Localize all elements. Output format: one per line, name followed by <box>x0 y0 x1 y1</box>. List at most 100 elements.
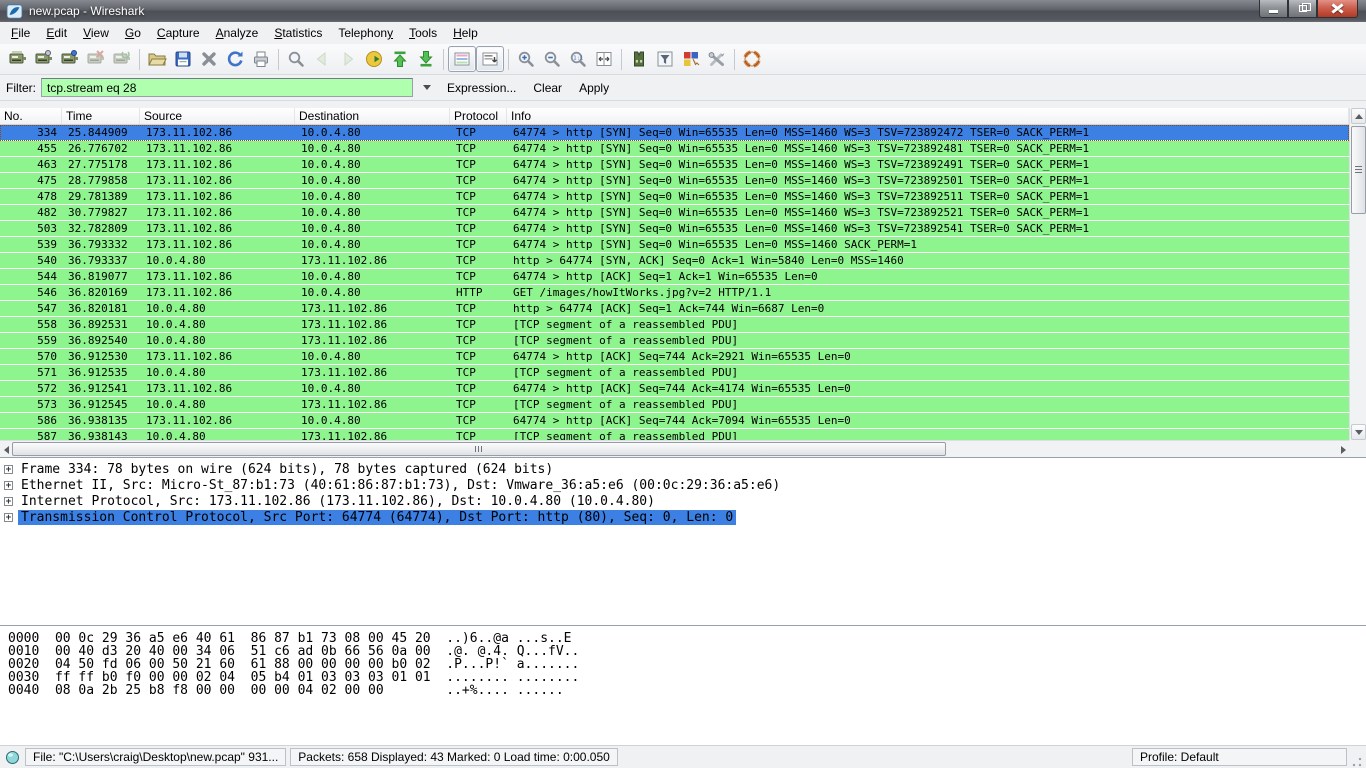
menu-go[interactable]: Go <box>117 23 149 43</box>
go-to-top-button[interactable] <box>387 46 413 72</box>
column-header-protocol[interactable]: Protocol <box>450 108 507 124</box>
zoom-out-button[interactable] <box>539 46 565 72</box>
colorize-list-button[interactable] <box>448 46 476 72</box>
title-bar: new.pcap - Wireshark <box>0 0 1366 22</box>
packet-row[interactable]: 57136.91253510.0.4.80173.11.102.86TCP[TC… <box>0 365 1349 381</box>
apply-button[interactable]: Apply <box>573 78 615 98</box>
close-file-button[interactable] <box>196 46 222 72</box>
save-as-button[interactable] <box>170 46 196 72</box>
expand-icon[interactable]: + <box>4 481 13 490</box>
hscroll-thumb[interactable] <box>12 442 946 456</box>
zoom-100-button[interactable]: 1:1 <box>565 46 591 72</box>
restore-button[interactable] <box>1288 0 1317 18</box>
menu-capture[interactable]: Capture <box>149 23 208 43</box>
toolbar-separator <box>734 49 735 70</box>
help-button[interactable] <box>739 46 765 72</box>
packet-list-hscrollbar[interactable] <box>0 440 1349 457</box>
packet-row[interactable]: 33425.844909173.11.102.8610.0.4.80TCP647… <box>0 125 1349 141</box>
resize-grip[interactable] <box>1351 756 1363 768</box>
status-packets-panel: Packets: 658 Displayed: 43 Marked: 0 Loa… <box>290 748 618 766</box>
restore-icon <box>1299 5 1307 12</box>
scroll-down-button[interactable] <box>1351 424 1366 440</box>
hex-line[interactable]: 004008 0a 2b 25 b8 f8 00 00 00 00 04 02 … <box>8 684 1366 697</box>
detail-line[interactable]: +Internet Protocol, Src: 173.11.102.86 (… <box>0 493 1366 509</box>
auto-scroll-icon <box>480 49 500 69</box>
packet-row[interactable]: 50332.782809173.11.102.8610.0.4.80TCP647… <box>0 221 1349 237</box>
column-header-time[interactable]: Time <box>62 108 140 124</box>
column-header-no[interactable]: No. <box>0 108 62 124</box>
menu-telephony[interactable]: Telephony <box>330 23 401 43</box>
reload-button[interactable] <box>222 46 248 72</box>
packet-row[interactable]: 55836.89253110.0.4.80173.11.102.86TCP[TC… <box>0 317 1349 333</box>
packet-row[interactable]: 54036.79333710.0.4.80173.11.102.86TCPhtt… <box>0 253 1349 269</box>
packet-row[interactable]: 54636.820169173.11.102.8610.0.4.80HTTPGE… <box>0 285 1349 301</box>
find-packet-button[interactable] <box>283 46 309 72</box>
packet-row[interactable]: 45526.776702173.11.102.8610.0.4.80TCP647… <box>0 141 1349 157</box>
expand-icon[interactable]: + <box>4 465 13 474</box>
expression-button[interactable]: Expression... <box>441 78 522 98</box>
vscroll-thumb[interactable] <box>1351 126 1366 214</box>
column-header-destination[interactable]: Destination <box>295 108 450 124</box>
expert-info-button[interactable] <box>3 748 21 766</box>
column-header-source[interactable]: Source <box>140 108 295 124</box>
resize-columns-button[interactable] <box>591 46 617 72</box>
packet-row[interactable]: 57036.912530173.11.102.8610.0.4.80TCP647… <box>0 349 1349 365</box>
capture-filters-icon <box>629 49 649 69</box>
arrow-right-icon <box>1341 446 1346 454</box>
menu-edit[interactable]: Edit <box>38 23 75 43</box>
menu-statistics[interactable]: Statistics <box>266 23 330 43</box>
packet-row[interactable]: 55936.89254010.0.4.80173.11.102.86TCP[TC… <box>0 333 1349 349</box>
menu-analyze[interactable]: Analyze <box>208 23 267 43</box>
packet-row[interactable]: 58736.93814310.0.4.80173.11.102.86TCP[TC… <box>0 429 1349 440</box>
display-filters-button[interactable] <box>652 46 678 72</box>
packet-row[interactable]: 57236.912541173.11.102.8610.0.4.80TCP647… <box>0 381 1349 397</box>
column-header-info[interactable]: Info <box>507 108 1349 124</box>
packet-row[interactable]: 53936.793332173.11.102.8610.0.4.80TCP647… <box>0 237 1349 253</box>
packet-row[interactable]: 47829.781389173.11.102.8610.0.4.80TCP647… <box>0 189 1349 205</box>
scroll-right-button[interactable] <box>1337 442 1349 457</box>
scroll-left-button[interactable] <box>0 442 12 457</box>
capture-options-icon <box>34 49 54 69</box>
menu-bar: FileEditViewGoCaptureAnalyzeStatisticsTe… <box>0 22 1366 44</box>
auto-scroll-button[interactable] <box>476 46 504 72</box>
expand-icon[interactable]: + <box>4 497 13 506</box>
packet-list-vscrollbar[interactable] <box>1349 108 1366 440</box>
packet-row[interactable]: 54736.82018110.0.4.80173.11.102.86TCPhtt… <box>0 301 1349 317</box>
expand-icon[interactable]: + <box>4 513 13 522</box>
menu-tools[interactable]: Tools <box>401 23 445 43</box>
print-button[interactable] <box>248 46 274 72</box>
packet-row[interactable]: 54436.819077173.11.102.8610.0.4.80TCP647… <box>0 269 1349 285</box>
main-toolbar: 1:1 <box>0 44 1366 75</box>
menu-view[interactable]: View <box>75 23 117 43</box>
capture-options-button[interactable] <box>31 46 57 72</box>
capture-filters-button[interactable] <box>626 46 652 72</box>
packet-row[interactable]: 48230.779827173.11.102.8610.0.4.80TCP647… <box>0 205 1349 221</box>
open-file-button[interactable] <box>144 46 170 72</box>
detail-line[interactable]: +Transmission Control Protocol, Src Port… <box>0 509 1366 525</box>
capture-start-button[interactable] <box>57 46 83 72</box>
packet-row[interactable]: 57336.91254510.0.4.80173.11.102.86TCP[TC… <box>0 397 1349 413</box>
menu-file[interactable]: File <box>3 23 38 43</box>
coloring-rules-button[interactable] <box>678 46 704 72</box>
packet-row[interactable]: 58636.938135173.11.102.8610.0.4.80TCP647… <box>0 413 1349 429</box>
scroll-up-button[interactable] <box>1351 108 1366 124</box>
display-filters-icon <box>655 49 675 69</box>
status-profile-panel[interactable]: Profile: Default <box>1132 748 1347 766</box>
zoom-100-icon: 1:1 <box>568 49 588 69</box>
go-to-bottom-button[interactable] <box>413 46 439 72</box>
go-to-packet-button[interactable] <box>361 46 387 72</box>
packet-row[interactable]: 46327.775178173.11.102.8610.0.4.80TCP647… <box>0 157 1349 173</box>
menu-help[interactable]: Help <box>445 23 486 43</box>
minimize-button[interactable] <box>1259 0 1288 18</box>
clear-button[interactable]: Clear <box>527 78 568 98</box>
close-button[interactable] <box>1317 0 1358 18</box>
svg-text:1:1: 1:1 <box>573 56 583 62</box>
filter-dropdown-button[interactable] <box>418 78 436 97</box>
detail-line[interactable]: +Ethernet II, Src: Micro-St_87:b1:73 (40… <box>0 477 1366 493</box>
preferences-button[interactable] <box>704 46 730 72</box>
detail-line[interactable]: +Frame 334: 78 bytes on wire (624 bits),… <box>0 461 1366 477</box>
list-interfaces-button[interactable] <box>5 46 31 72</box>
packet-row[interactable]: 47528.779858173.11.102.8610.0.4.80TCP647… <box>0 173 1349 189</box>
zoom-in-button[interactable] <box>513 46 539 72</box>
filter-input[interactable]: tcp.stream eq 28 <box>41 78 413 97</box>
